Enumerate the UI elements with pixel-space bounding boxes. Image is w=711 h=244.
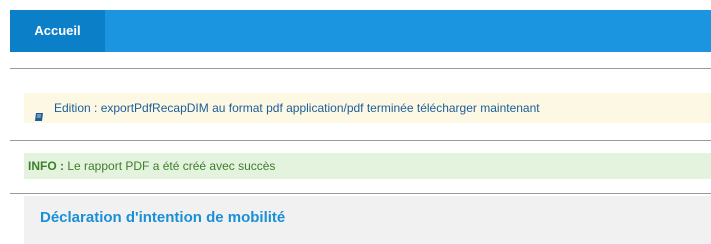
top-navigation-bar: Accueil [10, 10, 711, 52]
page: Accueil Edition : exportPdfRecapDIM au f… [0, 0, 711, 244]
info-message: Le rapport PDF a été créé avec succès [64, 159, 276, 173]
download-alert-text[interactable]: Edition : exportPdfRecapDIM au format pd… [54, 93, 540, 123]
divider [10, 140, 711, 141]
download-alert[interactable]: Edition : exportPdfRecapDIM au format pd… [24, 93, 711, 123]
document-icon [34, 103, 44, 121]
info-alert: INFO : Le rapport PDF a été créé avec su… [24, 153, 711, 179]
section-header: Déclaration d'intention de mobilité [24, 196, 711, 244]
section-title: Déclaration d'intention de mobilité [40, 209, 286, 226]
divider [10, 193, 711, 194]
divider [10, 68, 711, 69]
info-label: INFO : [28, 159, 64, 173]
tab-accueil[interactable]: Accueil [10, 10, 105, 52]
